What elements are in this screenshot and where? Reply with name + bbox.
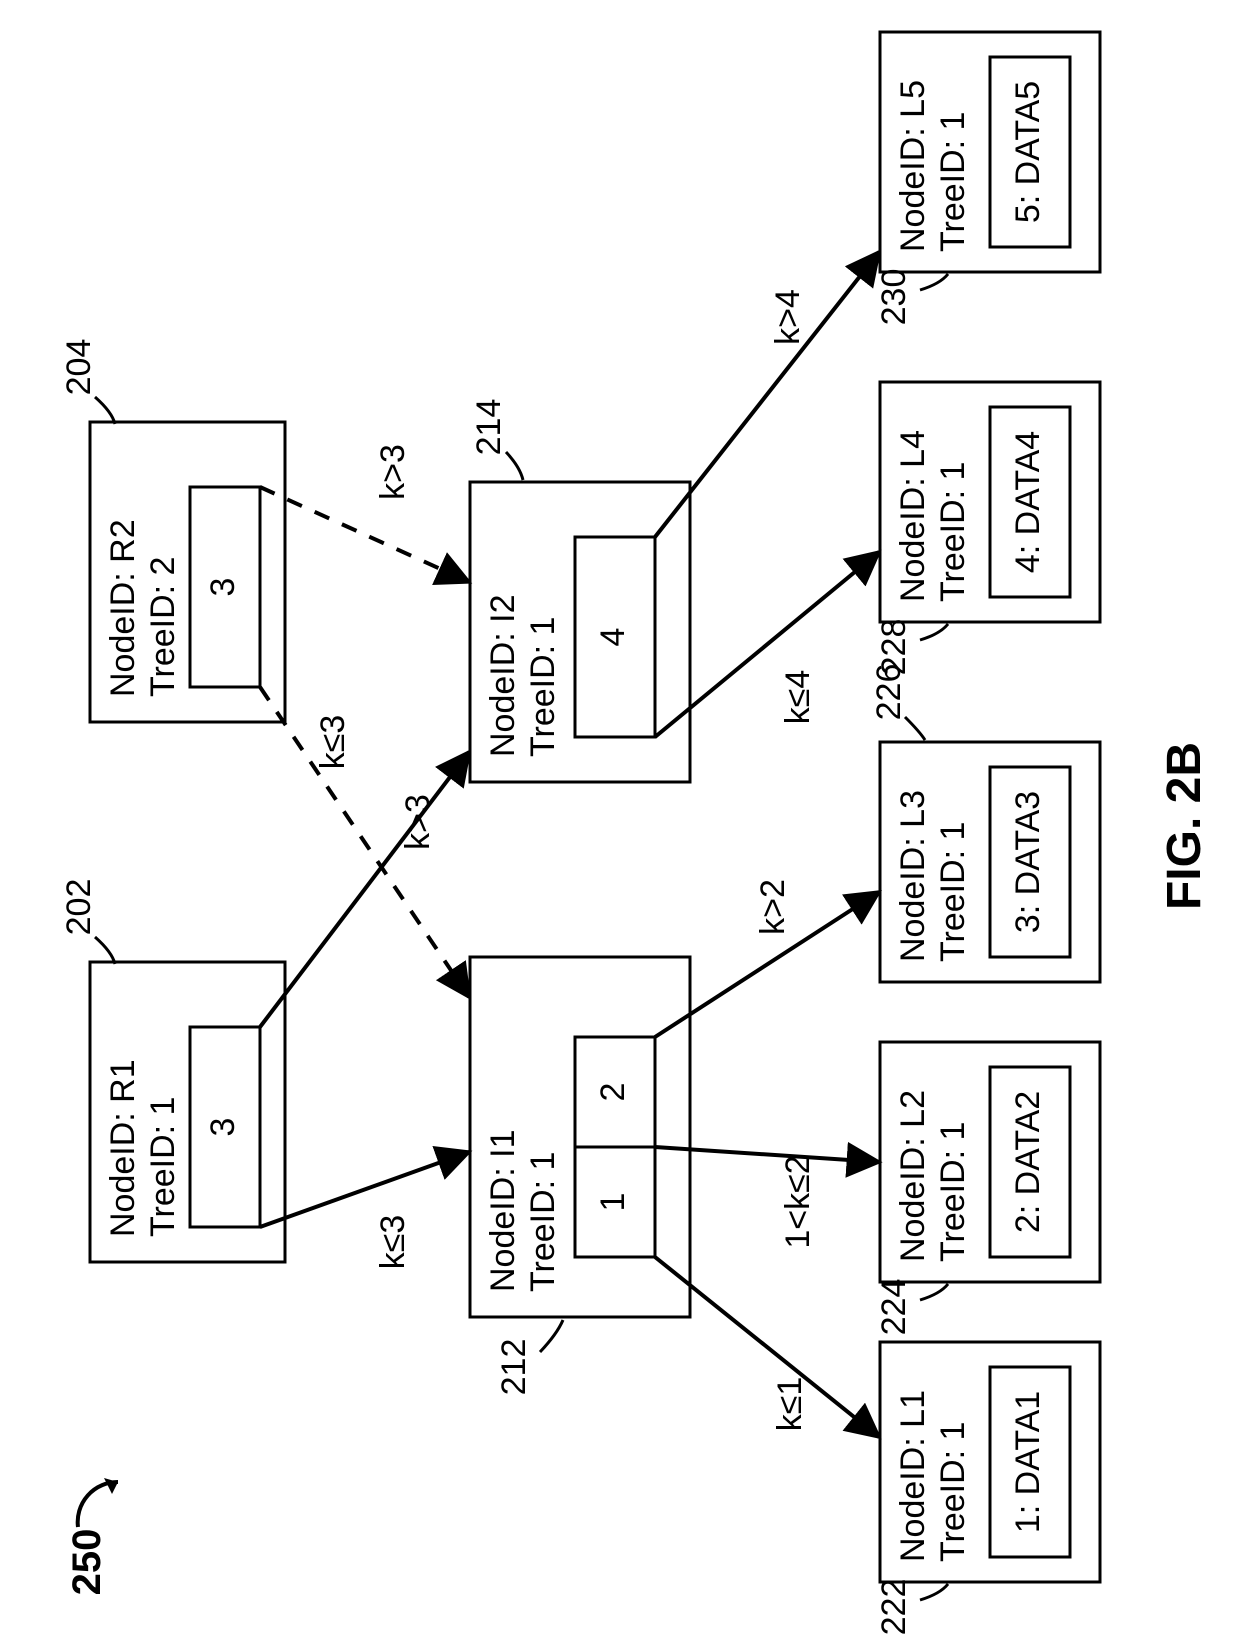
l4-ref: 228 [875, 619, 913, 676]
r1-treeid: TreeID: 1 [144, 1097, 182, 1237]
node-L4: NodeID: L4 TreeID: 1 4: DATA4 228 [875, 382, 1100, 675]
l3-data: 3: DATA3 [1009, 791, 1047, 933]
l3-nodeid: NodeID: L3 [894, 790, 932, 962]
i1-nodeid: NodeID: I1 [484, 1129, 522, 1292]
node-L2: NodeID: L2 TreeID: 1 2: DATA2 224 [875, 1042, 1100, 1335]
r2-ref: 204 [60, 339, 98, 396]
label-i1-l3: k>2 [754, 879, 792, 935]
figure-label: FIG. 2B [1158, 742, 1211, 910]
label-r1-i2: k>3 [399, 794, 437, 850]
r2-nodeid: NodeID: R2 [104, 519, 142, 697]
r1-nodeid: NodeID: R1 [104, 1059, 142, 1237]
edge-R2-I2: k>3 [260, 444, 469, 582]
l3-treeid: TreeID: 1 [934, 822, 972, 962]
node-L1: NodeID: L1 TreeID: 1 1: DATA1 222 [875, 1342, 1100, 1635]
node-L3: NodeID: L3 TreeID: 1 3: DATA3 226 [870, 664, 1100, 982]
i1-treeid: TreeID: 1 [524, 1152, 562, 1292]
r2-key: 3 [204, 578, 242, 597]
l2-data: 2: DATA2 [1009, 1091, 1047, 1233]
label-r2-i2: k>3 [374, 444, 412, 500]
l1-treeid: TreeID: 1 [934, 1422, 972, 1562]
label-i1-l2: 1<k≤2 [779, 1155, 817, 1248]
edge-R2-I1: k≤3 [260, 687, 469, 997]
l2-nodeid: NodeID: L2 [894, 1090, 932, 1262]
r1-key: 3 [204, 1118, 242, 1137]
label-r1-i1: k≤3 [374, 1215, 412, 1270]
node-I2: NodeID: I2 TreeID: 1 4 214 [470, 399, 690, 782]
node-L5: NodeID: L5 TreeID: 1 5: DATA5 230 [875, 32, 1100, 325]
edge-R1-I2: k>3 [260, 752, 469, 1027]
i2-treeid: TreeID: 1 [524, 617, 562, 757]
node-R2: NodeID: R2 TreeID: 2 3 204 [60, 339, 285, 722]
label-r2-i1: k≤3 [314, 715, 352, 770]
node-R1: NodeID: R1 TreeID: 1 3 202 [60, 879, 285, 1262]
edge-I2-L5: k>4 [655, 252, 879, 537]
i2-ref: 214 [470, 399, 508, 456]
l5-nodeid: NodeID: L5 [894, 80, 932, 252]
label-i2-l4: k≤4 [779, 670, 817, 725]
l1-ref: 222 [875, 1579, 913, 1636]
i2-nodeid: NodeID: I2 [484, 594, 522, 757]
figure-ref-arc: 250 [65, 1478, 118, 1595]
l2-ref: 224 [875, 1279, 913, 1336]
i1-ref: 212 [495, 1339, 533, 1396]
node-I1: NodeID: I1 TreeID: 1 1 2 212 [470, 957, 690, 1395]
l4-treeid: TreeID: 1 [934, 462, 972, 602]
l4-nodeid: NodeID: L4 [894, 430, 932, 602]
l5-treeid: TreeID: 1 [934, 112, 972, 252]
label-i2-l5: k>4 [769, 289, 807, 345]
l5-ref: 230 [875, 269, 913, 326]
i2-key: 4 [594, 628, 632, 647]
l4-data: 4: DATA4 [1009, 431, 1047, 573]
l1-nodeid: NodeID: L1 [894, 1390, 932, 1562]
i1-key1: 2 [594, 1083, 632, 1102]
edge-I1-L1: k≤1 [655, 1257, 879, 1437]
l2-treeid: TreeID: 1 [934, 1122, 972, 1262]
i1-key0: 1 [594, 1193, 632, 1212]
figure-number: 250 [65, 1529, 109, 1596]
label-i1-l1: k≤1 [771, 1377, 809, 1432]
l1-data: 1: DATA1 [1009, 1391, 1047, 1533]
r1-ref: 202 [60, 879, 98, 936]
edge-R1-I1: k≤3 [260, 1152, 469, 1269]
l5-data: 5: DATA5 [1009, 81, 1047, 223]
r2-treeid: TreeID: 2 [144, 557, 182, 697]
